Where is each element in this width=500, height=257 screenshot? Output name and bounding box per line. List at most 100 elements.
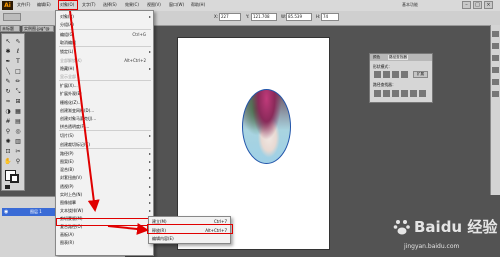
menu-item-label: 透视(P) — [60, 183, 74, 189]
menu-separator — [59, 148, 151, 150]
pen-tool-icon[interactable]: ✒ — [4, 58, 12, 66]
menu-item[interactable]: 混合(B) ▸ — [60, 166, 152, 173]
minus-back-icon[interactable] — [419, 90, 426, 97]
menu-file[interactable]: 文件(F) — [17, 2, 30, 8]
menu-item[interactable]: 扩展(X)... — [60, 82, 152, 89]
swatches-panel-icon[interactable] — [492, 43, 499, 49]
menu-item[interactable]: 锁定(L) ▸ — [60, 48, 152, 55]
hand-tool-icon[interactable]: ✋ — [4, 158, 12, 166]
zoom-tool-icon[interactable]: ⚲ — [14, 158, 22, 166]
tab-color[interactable]: 颜色 — [373, 55, 380, 60]
menu-item[interactable]: 隐藏(H) ▸ — [60, 65, 152, 72]
w-field[interactable]: 85.539 — [286, 13, 312, 21]
h-field[interactable]: 74 — [321, 13, 339, 21]
selection-tool-icon[interactable]: ↖ — [4, 38, 12, 46]
menu-help[interactable]: 帮助(H) — [191, 2, 205, 8]
blend-tool-icon[interactable]: ◎ — [14, 128, 22, 136]
menu-item[interactable]: 透视(P) ▸ — [60, 183, 152, 190]
eyedropper-icon[interactable]: ⚲ — [4, 128, 12, 136]
intersect-icon[interactable] — [392, 71, 399, 78]
menu-item[interactable]: 扩展外观(E) — [60, 90, 152, 97]
menu-item[interactable]: 图像描摹 ▸ — [60, 199, 152, 206]
menu-item[interactable]: 画板(A)▸ — [60, 231, 152, 238]
trim-icon[interactable] — [383, 90, 390, 97]
menu-item[interactable]: 切片(S) ▸ — [60, 132, 152, 139]
magic-wand-icon[interactable]: ✱ — [4, 48, 12, 56]
menu-item[interactable]: 文本绕排(W) ▸ — [60, 207, 152, 214]
gradient-panel-icon[interactable] — [492, 91, 499, 97]
stroke-panel-icon[interactable] — [492, 79, 499, 85]
slice-tool-icon[interactable]: ✂ — [14, 148, 22, 156]
menu-item[interactable]: 路径(P) ▸ — [60, 150, 152, 157]
pencil-tool-icon[interactable]: ✏ — [14, 78, 22, 86]
brush-tool-icon[interactable]: ✎ — [4, 78, 12, 86]
mesh-tool-icon[interactable]: # — [4, 118, 12, 126]
toolbox: ↖ ⇖ ✱ ℓ ✒ T ╲ □ ✎ ✏ ↻ ⤡ ≈ ⊞ ◑ ▦ # ▤ ⚲ ◎ … — [1, 33, 25, 191]
menu-item[interactable]: 显示全部 — [60, 73, 152, 80]
rectangle-tool-icon[interactable]: □ — [14, 68, 22, 76]
doc-tab-untitled[interactable]: 未标题 — [0, 25, 20, 32]
maximize-icon[interactable]: □ — [473, 1, 482, 9]
layer-name[interactable]: 图层 1 — [30, 209, 42, 215]
menu-item[interactable]: 拼合透明度(F)... — [60, 123, 152, 130]
app-logo: Ai — [2, 1, 13, 10]
symbols-panel-icon[interactable] — [492, 67, 499, 73]
scale-tool-icon[interactable]: ⤡ — [14, 88, 22, 96]
workspace-switcher[interactable]: 基本功能 — [402, 2, 418, 8]
brushes-panel-icon[interactable] — [492, 55, 499, 61]
type-tool-icon[interactable]: T — [14, 58, 22, 66]
gradient-tool-icon[interactable]: ▤ — [14, 118, 22, 126]
rotate-tool-icon[interactable]: ↻ — [4, 88, 12, 96]
minimize-icon[interactable]: – — [462, 1, 471, 9]
menu-view[interactable]: 视图(V) — [147, 2, 161, 8]
shape-builder-icon[interactable]: ◑ — [4, 108, 12, 116]
expand-button[interactable]: 扩展 — [413, 71, 428, 78]
menu-item[interactable]: 创建渐变网格(D)... — [60, 107, 152, 114]
crop-icon[interactable] — [401, 90, 408, 97]
menu-item[interactable]: 编组(G) Ctrl+G — [60, 31, 152, 38]
menu-edit[interactable]: 编辑(E) — [37, 2, 51, 8]
lasso-icon[interactable]: ℓ — [14, 48, 22, 56]
menu-item[interactable]: 分组(A) — [60, 21, 152, 28]
menu-select[interactable]: 选择(S) — [103, 2, 117, 8]
menu-item[interactable]: 创建裁切标记(C) — [60, 141, 152, 148]
menu-item[interactable]: 实时上色(N) ▸ — [60, 191, 152, 198]
color-panel-icon[interactable] — [492, 31, 499, 37]
merge-icon[interactable] — [392, 90, 399, 97]
artboard-tool-icon[interactable]: ⊡ — [4, 148, 12, 156]
menu-item[interactable]: 栅格化(Z)... — [60, 99, 152, 106]
doc-tab-image[interactable]: 实例图.jpg*@ — [22, 25, 54, 32]
x-field[interactable]: 227 — [219, 13, 241, 21]
clipped-photo[interactable] — [242, 89, 291, 164]
eye-icon[interactable]: ◉ — [4, 209, 8, 215]
minus-front-icon[interactable] — [383, 71, 390, 78]
menu-item[interactable]: 对象(B) ▸ — [60, 13, 152, 20]
exclude-icon[interactable] — [401, 71, 408, 78]
menu-window[interactable]: 窗口(W) — [169, 2, 184, 8]
menu-item[interactable]: 图案(E) ▸ — [60, 158, 152, 165]
graph-tool-icon[interactable]: ▥ — [14, 138, 22, 146]
submenu-arrow-icon: ▸ — [148, 133, 151, 139]
free-transform-icon[interactable]: ⊞ — [14, 98, 22, 106]
menu-item[interactable]: 封套扭曲(V) ▸ — [60, 174, 152, 181]
unite-icon[interactable] — [374, 71, 381, 78]
menu-item[interactable]: 取消编组 — [60, 39, 152, 46]
line-tool-icon[interactable]: ╲ — [4, 68, 12, 76]
menu-item[interactable]: 全部解锁(K) Alt+Ctrl+2 — [60, 57, 152, 64]
submenu-item[interactable]: 编辑内容(E) — [152, 235, 229, 242]
close-icon[interactable]: × — [484, 1, 493, 9]
screen-mode-icon[interactable] — [5, 185, 10, 189]
direct-select-tool-icon[interactable]: ⇖ — [14, 38, 22, 46]
stroke-swatch[interactable] — [10, 174, 19, 183]
perspective-grid-icon[interactable]: ▦ — [14, 108, 22, 116]
symbol-sprayer-icon[interactable]: ✺ — [4, 138, 12, 146]
warp-tool-icon[interactable]: ≈ — [4, 98, 12, 106]
tab-pathfinder[interactable]: 路径查找器 — [388, 55, 408, 60]
menu-type[interactable]: 文字(T) — [82, 2, 96, 8]
menu-item[interactable]: 图表(R)▸ — [60, 239, 152, 246]
menu-item[interactable]: 创建对象马赛克(J)... — [60, 115, 152, 122]
menu-effect[interactable]: 效果(C) — [125, 2, 139, 8]
divide-icon[interactable] — [374, 90, 381, 97]
outline-icon[interactable] — [410, 90, 417, 97]
y-field[interactable]: 121.708 — [251, 13, 277, 21]
